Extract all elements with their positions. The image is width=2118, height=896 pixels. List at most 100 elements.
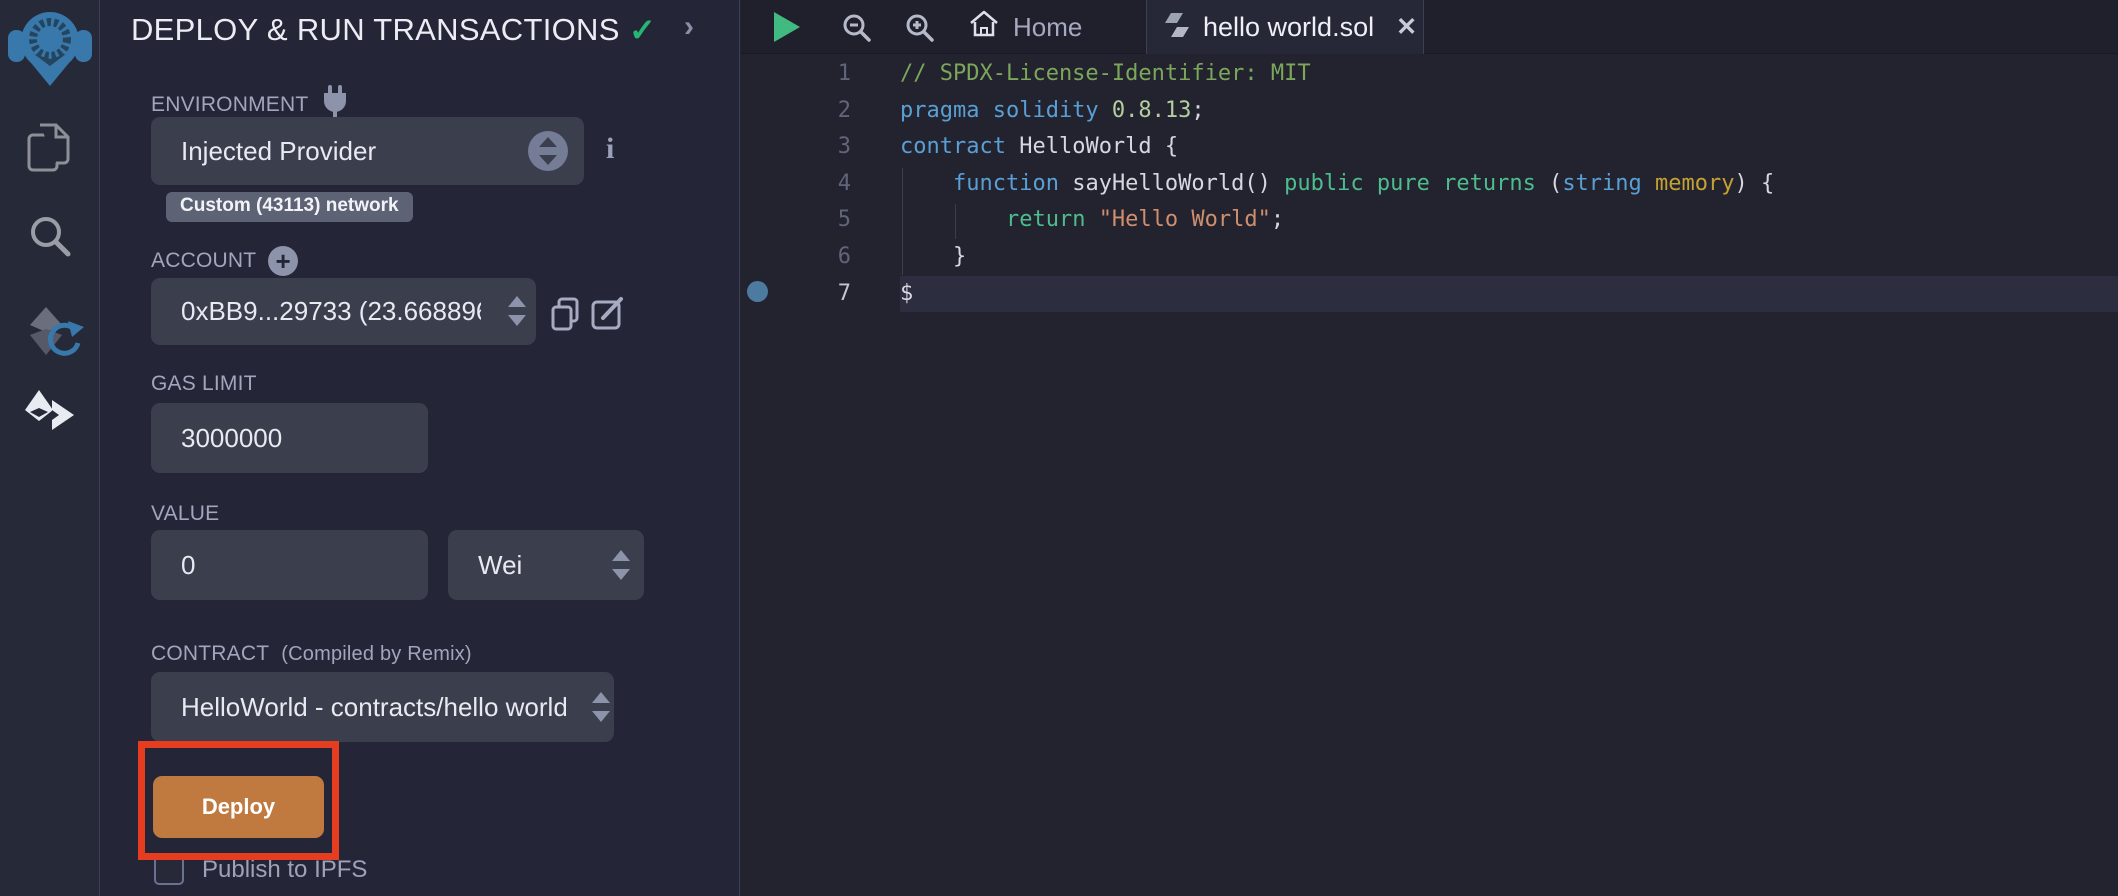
collapse-chevron-icon[interactable]: › xyxy=(684,10,694,44)
code-token xyxy=(1430,171,1443,196)
code-text: contract HelloWorld { xyxy=(900,129,2118,166)
contract-label: CONTRACT (Compiled by Remix) xyxy=(151,642,472,666)
publish-to-ipfs-label: Publish to IPFS xyxy=(202,856,367,884)
select-spinner-icon xyxy=(592,690,610,724)
solidity-compiler-icon[interactable] xyxy=(0,303,100,367)
code-token: pragma solidity xyxy=(900,98,1112,123)
code-token: $ xyxy=(900,281,913,306)
code-token: HelloWorld { xyxy=(1019,134,1178,159)
search-icon[interactable] xyxy=(0,213,100,261)
code-line[interactable]: 6 } xyxy=(741,239,2118,276)
code-text: return "Hello World"; xyxy=(900,202,2118,239)
line-number[interactable]: 6 xyxy=(741,239,851,276)
code-token: // SPDX-License-Identifier: MIT xyxy=(900,61,1311,86)
account-selected-value: 0xBB9...29733 (23.6688965 xyxy=(151,296,481,327)
tab-active-label: hello world.sol xyxy=(1203,12,1374,43)
gas-limit-label: GAS LIMIT xyxy=(151,372,257,396)
code-token: memory xyxy=(1655,171,1734,196)
code-token: ; xyxy=(1191,98,1204,123)
environment-select[interactable]: Injected Provider xyxy=(151,117,584,185)
value-unit-selected: Wei xyxy=(448,550,522,581)
home-icon xyxy=(969,9,999,46)
copy-account-icon[interactable] xyxy=(549,296,581,337)
tab-home-label: Home xyxy=(1013,12,1082,43)
code-line[interactable]: 3 contract HelloWorld { xyxy=(741,129,2118,166)
code-token xyxy=(900,207,1006,232)
value-label: VALUE xyxy=(151,502,219,526)
line-number[interactable]: 2 xyxy=(741,93,851,130)
file-explorer-icon[interactable] xyxy=(0,122,100,174)
account-select[interactable]: 0xBB9...29733 (23.6688965 xyxy=(151,278,536,345)
zoom-out-icon[interactable] xyxy=(841,12,873,49)
panel-title: DEPLOY & RUN TRANSACTIONS xyxy=(131,12,620,48)
line-number[interactable]: 4 xyxy=(741,166,851,203)
publish-to-ipfs-checkbox[interactable] xyxy=(154,855,184,885)
code-line[interactable]: 1 // SPDX-License-Identifier: MIT xyxy=(741,56,2118,93)
code-editor[interactable]: 1 // SPDX-License-Identifier: MIT 2 pragma … xyxy=(741,56,2118,312)
code-text: $ xyxy=(900,276,2118,313)
contract-selected-value: HelloWorld - contracts/hello world.sol xyxy=(151,692,566,723)
network-badge: Custom (43113) network xyxy=(166,192,413,222)
code-text: // SPDX-License-Identifier: MIT xyxy=(900,56,2118,93)
code-token: ; xyxy=(1271,207,1284,232)
code-token: "Hello World" xyxy=(1099,207,1271,232)
account-label: ACCOUNT + xyxy=(151,246,298,276)
icon-sidebar xyxy=(0,0,100,896)
gas-limit-input[interactable] xyxy=(151,403,428,473)
breakpoint-dot-icon[interactable] xyxy=(747,281,768,302)
code-token xyxy=(1364,171,1377,196)
editor-tab-bar: Home hello world.sol ✕ xyxy=(741,0,2118,54)
contract-label-text: CONTRACT xyxy=(151,642,269,666)
select-spinner-icon xyxy=(508,294,526,328)
deploy-and-run-icon[interactable] xyxy=(0,388,100,442)
code-line[interactable]: 2 pragma solidity 0.8.13; xyxy=(741,93,2118,130)
line-number[interactable]: 5 xyxy=(741,202,851,239)
value-unit-select[interactable]: Wei xyxy=(448,530,644,600)
environment-label-text: ENVIRONMENT xyxy=(151,93,308,117)
tab-hello-world-sol[interactable]: hello world.sol ✕ xyxy=(1146,0,1424,54)
code-line[interactable]: 7$ xyxy=(741,276,2118,313)
line-number[interactable]: 1 xyxy=(741,56,851,93)
check-icon: ✓ xyxy=(629,11,656,49)
solidity-file-icon xyxy=(1165,11,1189,44)
select-spinner-icon xyxy=(612,548,630,582)
code-text: function sayHelloWorld() public pure ret… xyxy=(900,166,2118,203)
code-text: pragma solidity 0.8.13; xyxy=(900,93,2118,130)
edit-account-icon[interactable] xyxy=(591,296,625,337)
info-icon[interactable]: i xyxy=(606,132,614,166)
code-token xyxy=(1642,171,1655,196)
code-token xyxy=(900,171,953,196)
deploy-run-panel: DEPLOY & RUN TRANSACTIONS ✓ › ENVIRONMEN… xyxy=(101,0,740,896)
environment-selected-value: Injected Provider xyxy=(151,136,376,167)
select-arrows-icon xyxy=(528,131,568,171)
code-token: ( xyxy=(1536,171,1563,196)
run-script-play-icon[interactable] xyxy=(774,12,800,42)
tab-home[interactable]: Home xyxy=(969,0,1082,54)
code-token: returns xyxy=(1443,171,1536,196)
value-input[interactable] xyxy=(151,530,428,600)
contract-note: (Compiled by Remix) xyxy=(281,643,472,666)
remix-logo-icon xyxy=(0,8,100,88)
indent-guide xyxy=(955,204,956,239)
code-token: contract xyxy=(900,134,1019,159)
code-token: function xyxy=(953,171,1072,196)
code-token: ) { xyxy=(1735,171,1775,196)
code-token: return xyxy=(1006,207,1099,232)
contract-select[interactable]: HelloWorld - contracts/hello world.sol xyxy=(151,672,614,742)
code-token: 0.8.13 xyxy=(1112,98,1191,123)
editor-area: Home hello world.sol ✕ 1 // SPDX-License-… xyxy=(741,0,2118,896)
account-label-text: ACCOUNT xyxy=(151,249,256,273)
deploy-button[interactable]: Deploy xyxy=(153,776,324,838)
code-token: sayHelloWorld() xyxy=(1072,171,1284,196)
code-token: pure xyxy=(1377,171,1430,196)
zoom-in-icon[interactable] xyxy=(904,12,936,49)
add-account-icon[interactable]: + xyxy=(268,246,298,276)
code-token: } xyxy=(900,244,966,269)
line-number[interactable]: 3 xyxy=(741,129,851,166)
code-line[interactable]: 4 function sayHelloWorld() public pure r… xyxy=(741,166,2118,203)
close-tab-icon[interactable]: ✕ xyxy=(1396,12,1417,42)
code-line[interactable]: 5 return "Hello World"; xyxy=(741,202,2118,239)
indent-guide xyxy=(902,168,903,275)
code-token: string xyxy=(1562,171,1641,196)
code-text: } xyxy=(900,239,2118,276)
